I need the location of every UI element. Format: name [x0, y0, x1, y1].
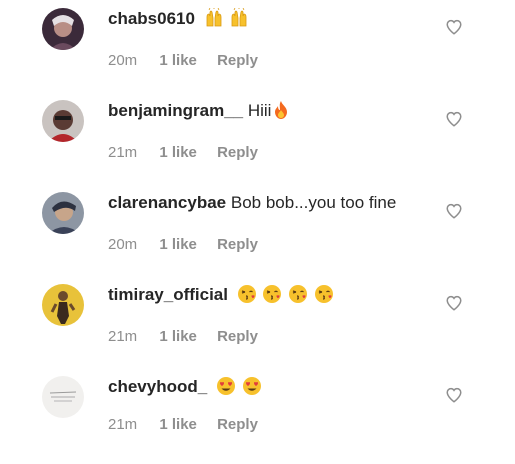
comment-likes-count[interactable]: 1 like: [159, 52, 197, 69]
comment-timestamp: 21m: [108, 144, 138, 161]
heart-icon[interactable]: [445, 294, 463, 312]
avatar[interactable]: [42, 376, 84, 418]
comment-text-line: timiray_official: [108, 284, 335, 310]
kiss-face-emoji: [314, 285, 333, 303]
fire-emoji: [275, 101, 288, 119]
kiss-face-emoji: [237, 285, 256, 303]
emoji-group: [272, 100, 291, 126]
comment-body: Hiii: [247, 101, 272, 120]
comment-body: Bob bob...you too fine: [230, 193, 397, 212]
avatar[interactable]: [42, 192, 84, 234]
comment-item: benjamingram__ Hiii 21m 1 like Reply: [0, 96, 515, 188]
comment-text-line: chabs0610: [108, 8, 250, 34]
comment-username[interactable]: chevyhood_: [108, 377, 207, 396]
comment-username[interactable]: timiray_official: [108, 285, 228, 304]
reply-button[interactable]: Reply: [217, 144, 258, 161]
raising-hands-emoji: [232, 8, 247, 27]
comment-item: chevyhood_ 21m 1 like Reply: [0, 372, 515, 464]
comment-username[interactable]: benjamingram__: [108, 101, 243, 120]
comment-likes-count[interactable]: 1 like: [159, 236, 197, 253]
raising-hands-emoji: [206, 8, 222, 27]
comment-text-line: chevyhood_: [108, 376, 263, 402]
heart-icon[interactable]: [445, 202, 463, 220]
reply-button[interactable]: Reply: [217, 328, 258, 345]
heart-icon[interactable]: [445, 110, 463, 128]
comment-username[interactable]: clarenancybae: [108, 193, 226, 212]
comment-likes-count[interactable]: 1 like: [159, 144, 197, 161]
comment-meta: 20m 1 like Reply: [108, 52, 258, 70]
comment-timestamp: 20m: [108, 52, 138, 69]
comment-text-line: clarenancybae Bob bob...you too fine: [108, 192, 396, 214]
emoji-group: [216, 376, 263, 402]
comment-meta: 21m 1 like Reply: [108, 144, 258, 162]
comment-item: timiray_official 21m 1 like Reply: [0, 280, 515, 372]
comment-meta: 20m 1 like Reply: [108, 236, 258, 254]
comment-username[interactable]: chabs0610: [108, 9, 195, 28]
emoji-group: [237, 284, 335, 310]
comment-timestamp: 21m: [108, 416, 138, 433]
avatar[interactable]: [42, 100, 84, 142]
kiss-face-emoji: [263, 285, 282, 303]
avatar[interactable]: [42, 284, 84, 326]
comment-meta: 21m 1 like Reply: [108, 416, 258, 434]
reply-button[interactable]: Reply: [217, 236, 258, 253]
comment-text-line: benjamingram__ Hiii: [108, 100, 291, 126]
heart-icon[interactable]: [445, 386, 463, 404]
kiss-face-emoji: [289, 285, 308, 303]
comment-likes-count[interactable]: 1 like: [159, 416, 197, 433]
emoji-group: [204, 8, 251, 34]
comment-meta: 21m 1 like Reply: [108, 328, 258, 346]
heart-icon[interactable]: [445, 18, 463, 36]
heart-eyes-emoji: [242, 377, 261, 395]
heart-eyes-emoji: [216, 377, 235, 395]
comment-likes-count[interactable]: 1 like: [159, 328, 197, 345]
reply-button[interactable]: Reply: [217, 416, 258, 433]
comment-item: chabs0610 20m 1 like Reply: [0, 4, 515, 96]
comment-timestamp: 20m: [108, 236, 138, 253]
comment-timestamp: 21m: [108, 328, 138, 345]
comment-item: clarenancybae Bob bob...you too fine 20m…: [0, 188, 515, 280]
avatar[interactable]: [42, 8, 84, 50]
reply-button[interactable]: Reply: [217, 52, 258, 69]
